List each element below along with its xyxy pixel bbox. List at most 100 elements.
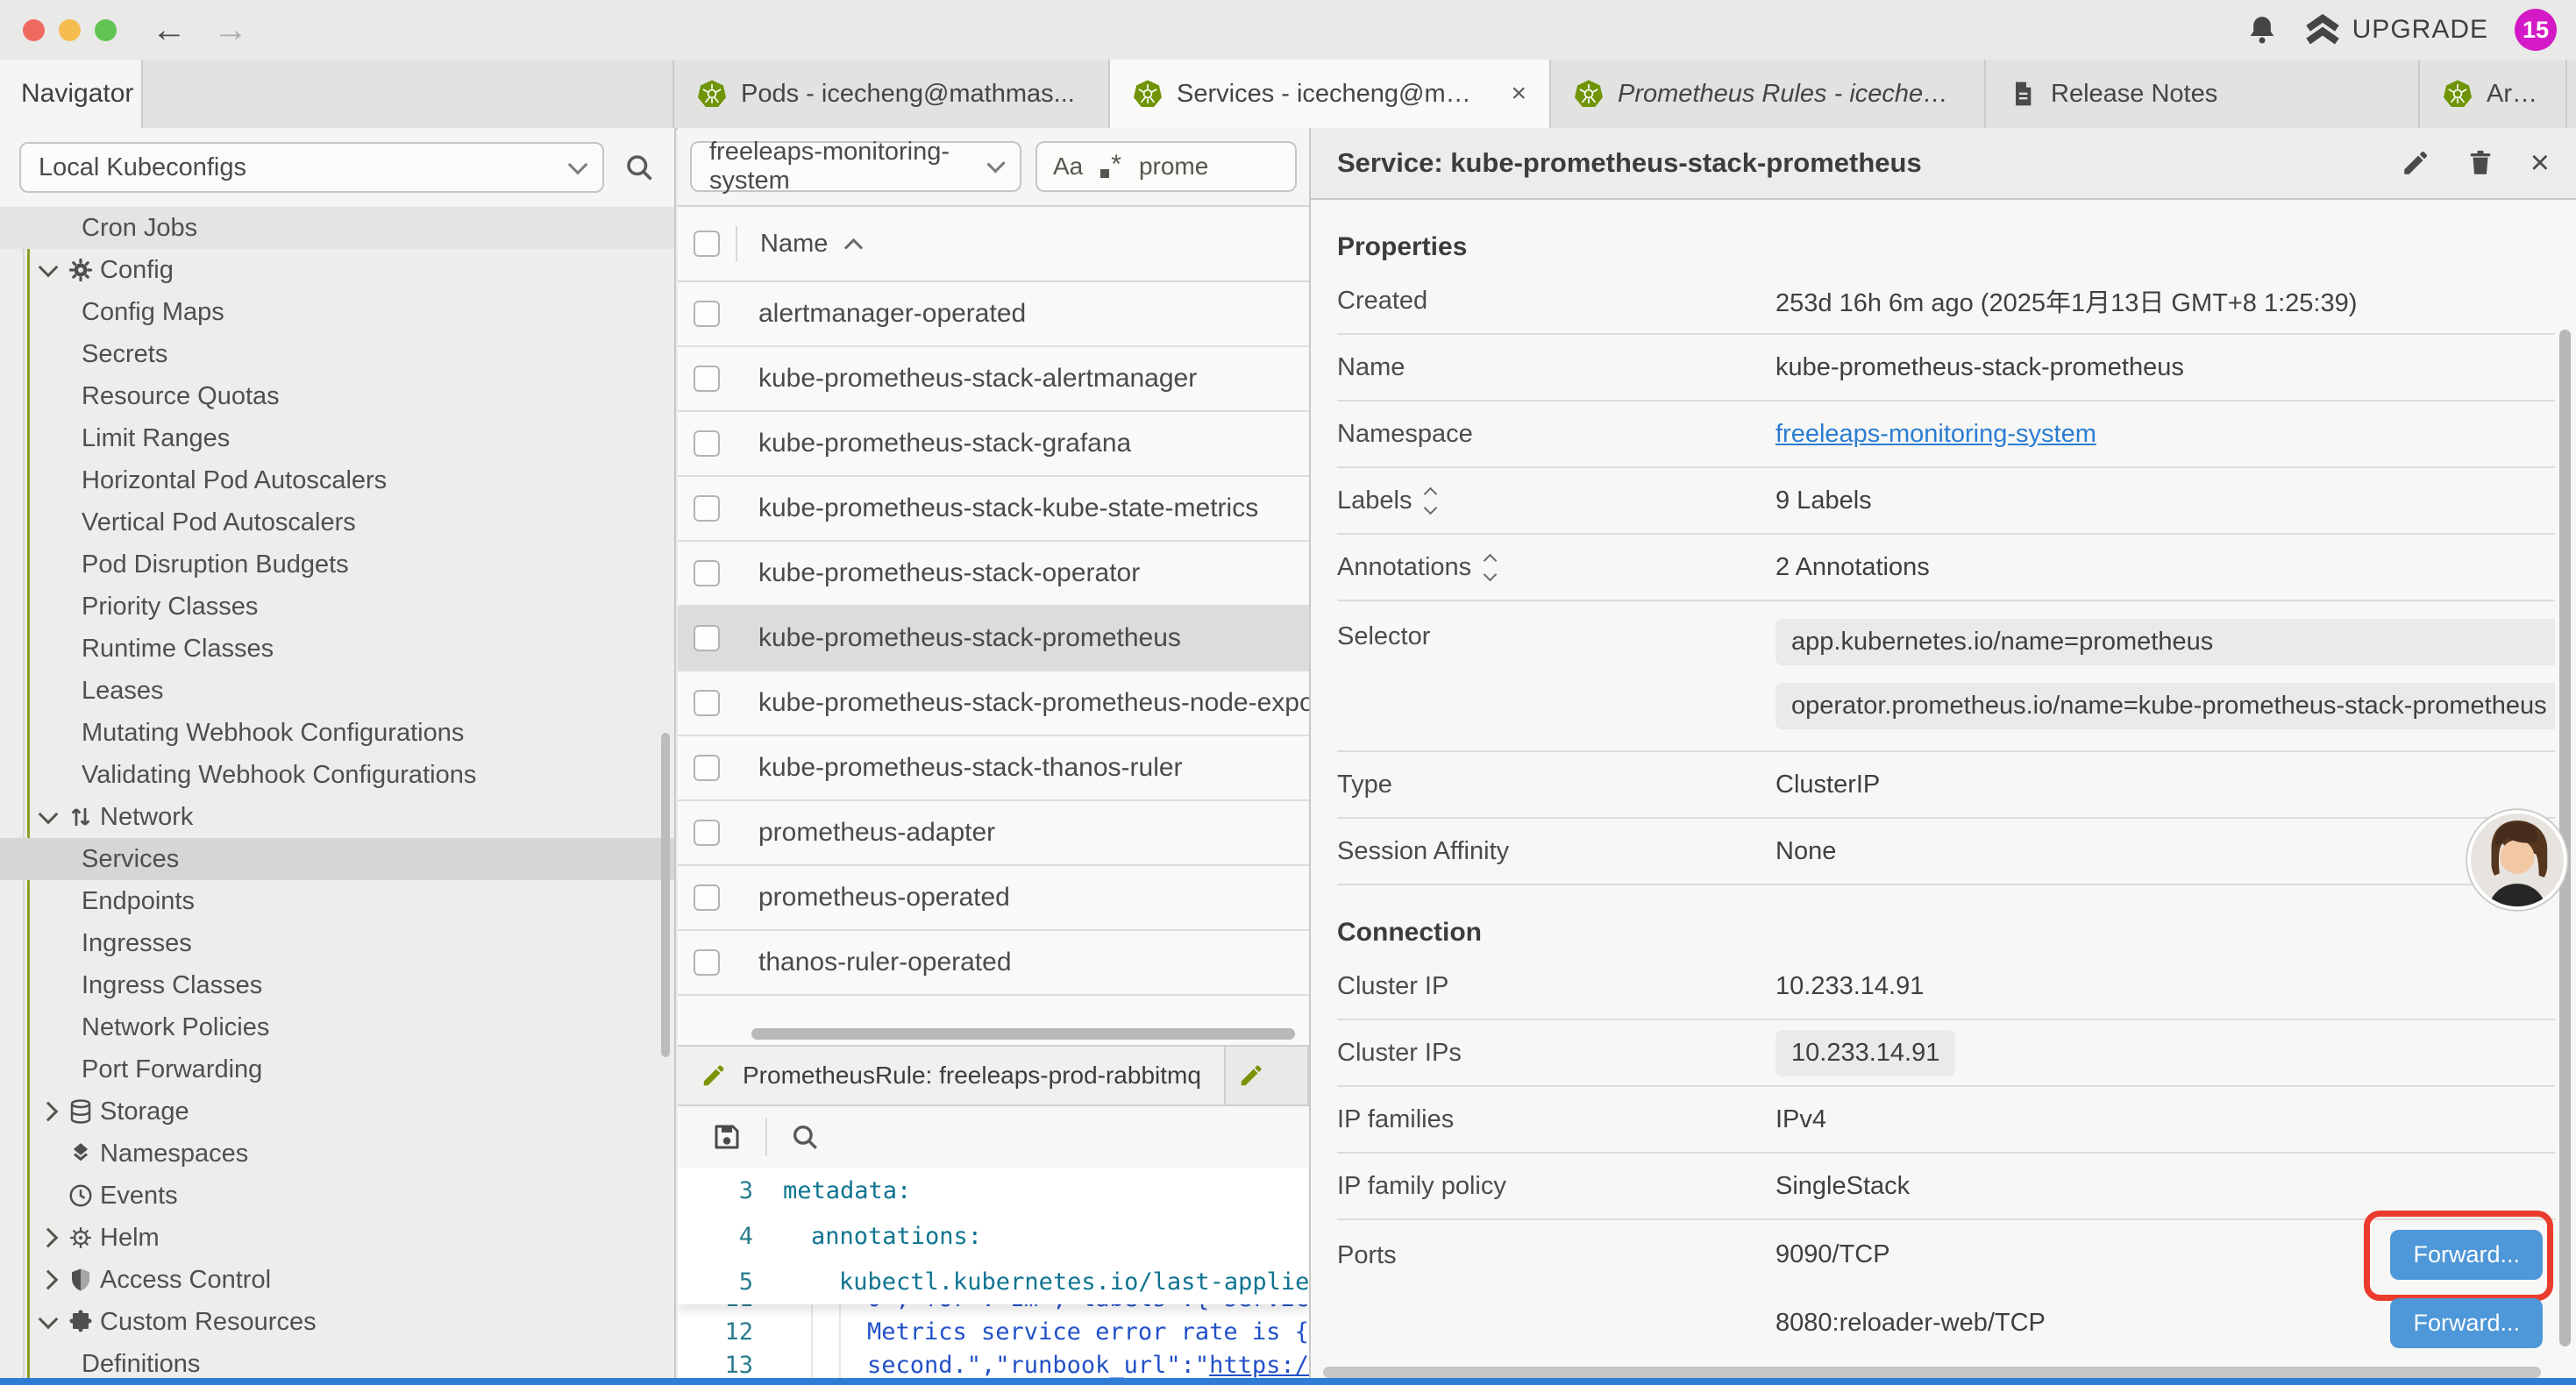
table-row[interactable]: thanos-ruler-operated — [678, 931, 1309, 996]
row-checkbox[interactable] — [694, 366, 720, 392]
edit-pencil-icon[interactable] — [2401, 148, 2430, 178]
forward-button[interactable]: Forward... — [2390, 1230, 2543, 1280]
sidebar-scrollbar[interactable] — [661, 733, 670, 1057]
upgrade-button[interactable]: UPGRADE — [2305, 14, 2488, 46]
sidebar-item-vertical-pod-autoscalers[interactable]: Vertical Pod Autoscalers — [0, 501, 674, 543]
sidebar-item-resource-quotas[interactable]: Resource Quotas — [0, 375, 674, 417]
notification-count-badge[interactable]: 15 — [2515, 9, 2557, 51]
table-row[interactable]: kube-prometheus-stack-kube-state-metrics — [678, 477, 1309, 542]
sidebar-item-endpoints[interactable]: Endpoints — [0, 880, 674, 922]
sidebar-item-access-control[interactable]: Access Control — [0, 1259, 674, 1301]
tab-services-icecheng-math[interactable]: Services - icecheng@math...× — [1110, 60, 1551, 128]
regex-toggle-icon[interactable]: * — [1100, 150, 1121, 184]
row-checkbox[interactable] — [694, 820, 720, 846]
sidebar-item-events[interactable]: Events — [0, 1175, 674, 1217]
chevron-down-icon[interactable] — [35, 813, 61, 821]
yaml-editor[interactable]: 3metadata:4annotations:5kubectl.kubernet… — [678, 1168, 1309, 1385]
back-arrow-icon[interactable]: ← — [152, 12, 187, 47]
sidebar-item-validating-webhook-configurations[interactable]: Validating Webhook Configurations — [0, 754, 674, 796]
sidebar-item-helm[interactable]: Helm — [0, 1217, 674, 1259]
close-icon[interactable]: × — [2530, 146, 2550, 180]
table-row[interactable]: kube-prometheus-stack-alertmanager — [678, 347, 1309, 412]
tab-close-icon[interactable]: × — [1495, 79, 1526, 109]
search-icon[interactable] — [623, 152, 655, 183]
table-row[interactable]: kube-prometheus-stack-prometheus — [678, 607, 1309, 671]
trash-icon[interactable] — [2466, 148, 2495, 178]
chevron-down-icon[interactable] — [35, 1318, 61, 1326]
table-row[interactable]: kube-prometheus-stack-prometheus-node-ex… — [678, 671, 1309, 736]
tab-argo-se[interactable]: Argo Se — [2420, 60, 2567, 128]
row-checkbox[interactable] — [694, 560, 720, 586]
avatar[interactable] — [2466, 808, 2569, 912]
namespace-selector[interactable]: freeleaps-monitoring-system — [690, 141, 1021, 192]
forward-button[interactable]: Forward... — [2390, 1298, 2543, 1348]
sidebar-item-ingresses[interactable]: Ingresses — [0, 922, 674, 964]
editor-tab-prometheusrule[interactable]: PrometheusRule: freeleaps-prod-rabbitmq — [678, 1047, 1226, 1104]
table-row[interactable]: kube-prometheus-stack-operator — [678, 542, 1309, 607]
detail-label: Cluster IP — [1337, 972, 1775, 1001]
sidebar-item-mutating-webhook-configurations[interactable]: Mutating Webhook Configurations — [0, 712, 674, 754]
table-horizontal-scrollbar[interactable] — [751, 1028, 1295, 1040]
sidebar-item-pod-disruption-budgets[interactable]: Pod Disruption Budgets — [0, 543, 674, 586]
sidebar-item-namespaces[interactable]: Namespaces — [0, 1133, 674, 1175]
sidebar-item-priority-classes[interactable]: Priority Classes — [0, 586, 674, 628]
close-window-button[interactable] — [23, 19, 45, 41]
sidebar-item-cron-jobs[interactable]: Cron Jobs — [0, 207, 674, 249]
sidebar-item-custom-resources[interactable]: Custom Resources — [0, 1301, 674, 1343]
table-row[interactable]: alertmanager-operated — [678, 282, 1309, 347]
sidebar-item-services[interactable]: Services — [0, 838, 674, 880]
row-checkbox[interactable] — [694, 430, 720, 457]
search-input[interactable]: Aa * prome — [1035, 141, 1297, 192]
match-case-toggle[interactable]: Aa — [1053, 153, 1083, 181]
sidebar-item-storage[interactable]: Storage — [0, 1090, 674, 1133]
table-row[interactable]: prometheus-operated — [678, 866, 1309, 931]
expander-icon[interactable] — [1485, 556, 1495, 579]
navigator-tab[interactable]: Navigator — [0, 60, 143, 130]
row-checkbox[interactable] — [694, 495, 720, 522]
sidebar-item-network[interactable]: Network — [0, 796, 674, 838]
sidebar-item-runtime-classes[interactable]: Runtime Classes — [0, 628, 674, 670]
sidebar-item-limit-ranges[interactable]: Limit Ranges — [0, 417, 674, 459]
sort-asc-icon[interactable] — [844, 238, 863, 256]
save-icon[interactable] — [711, 1121, 743, 1153]
row-checkbox[interactable] — [694, 301, 720, 327]
tab-pods-icecheng-mathmas[interactable]: Pods - icecheng@mathmas... — [674, 60, 1110, 128]
sidebar-item-port-forwarding[interactable]: Port Forwarding — [0, 1048, 674, 1090]
forward-arrow-icon[interactable]: → — [213, 12, 248, 47]
tab-release-notes[interactable]: Release Notes — [1986, 60, 2420, 128]
editor-tab-partial[interactable] — [1226, 1047, 1309, 1104]
name-column-header[interactable]: Name — [760, 230, 828, 259]
row-checkbox[interactable] — [694, 949, 720, 976]
expander-icon[interactable] — [1426, 489, 1435, 513]
row-checkbox[interactable] — [694, 690, 720, 716]
chevron-right-icon[interactable] — [35, 1231, 61, 1245]
minimize-window-button[interactable] — [59, 19, 81, 41]
port-link[interactable]: 9090/TCP — [1775, 1240, 1890, 1269]
chevron-right-icon[interactable] — [35, 1104, 61, 1119]
row-checkbox[interactable] — [694, 884, 720, 911]
tab-prometheus-rules-icecheng[interactable]: Prometheus Rules - icecheng... — [1551, 60, 1986, 128]
sidebar-item-network-policies[interactable]: Network Policies — [0, 1006, 674, 1048]
row-checkbox[interactable] — [694, 625, 720, 651]
editor-search-icon[interactable] — [790, 1122, 820, 1152]
port-link[interactable]: 8080:reloader-web/TCP — [1775, 1309, 2046, 1338]
table-row[interactable]: kube-prometheus-stack-thanos-ruler — [678, 736, 1309, 801]
namespace-link[interactable]: freeleaps-monitoring-system — [1775, 420, 2096, 448]
table-row[interactable]: prometheus-adapter — [678, 801, 1309, 866]
sidebar-item-horizontal-pod-autoscalers[interactable]: Horizontal Pod Autoscalers — [0, 459, 674, 501]
editor-link[interactable]: https://net — [1209, 1352, 1309, 1379]
sidebar-item-config-maps[interactable]: Config Maps — [0, 291, 674, 333]
maximize-window-button[interactable] — [95, 19, 117, 41]
kubeconfig-selector[interactable]: Local Kubeconfigs — [19, 142, 604, 193]
select-all-checkbox[interactable] — [694, 231, 720, 257]
chevron-right-icon[interactable] — [35, 1273, 61, 1287]
sidebar-item-leases[interactable]: Leases — [0, 670, 674, 712]
chevron-down-icon[interactable] — [35, 266, 61, 274]
table-row[interactable]: kube-prometheus-stack-grafana — [678, 412, 1309, 477]
sidebar-item-ingress-classes[interactable]: Ingress Classes — [0, 964, 674, 1006]
sidebar-item-config[interactable]: Config — [0, 249, 674, 291]
details-horizontal-scrollbar[interactable] — [1323, 1367, 2541, 1378]
sidebar-item-secrets[interactable]: Secrets — [0, 333, 674, 375]
bell-icon[interactable] — [2245, 13, 2279, 46]
row-checkbox[interactable] — [694, 755, 720, 781]
